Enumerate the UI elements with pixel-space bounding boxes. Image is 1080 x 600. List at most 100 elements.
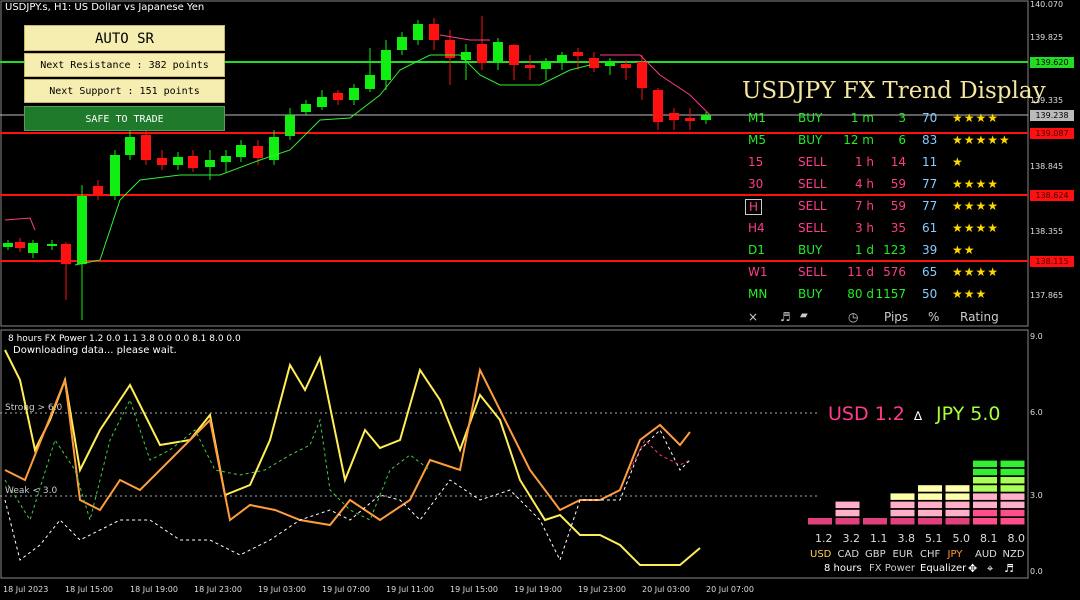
- eq-currency[interactable]: AUD: [975, 549, 997, 560]
- trend-dur: 1 h: [854, 155, 874, 169]
- next-support-label: Next Support : 151 points: [24, 79, 225, 103]
- eq-value: 8.1: [980, 532, 998, 545]
- trend-pct: 61: [922, 221, 938, 235]
- candle-body: [525, 65, 535, 68]
- strong-label: Strong > 6.0: [5, 403, 63, 413]
- trend-pips: 14: [890, 155, 906, 169]
- candle-body: [477, 44, 487, 63]
- safe-to-trade-button[interactable]: SAFE TO TRADE: [24, 106, 225, 131]
- current-price-tag: 139.238: [1030, 110, 1074, 121]
- eq-currency[interactable]: GBP: [865, 549, 886, 560]
- eq-currency[interactable]: USD: [810, 549, 831, 560]
- candle-body: [236, 145, 246, 157]
- trend-dur: 1 m: [850, 111, 874, 125]
- trend-tf[interactable]: 15: [748, 155, 763, 169]
- indicator-tick: 0.0: [1030, 567, 1043, 576]
- trend-tf[interactable]: M1: [748, 111, 766, 125]
- date-tick: 18 Jul 15:00: [65, 585, 113, 594]
- trend-dir: SELL: [798, 265, 827, 279]
- eq-currency[interactable]: JPY: [948, 549, 963, 560]
- trend-row: 30 SELL 4 h 59 77 ★★★★: [740, 177, 1030, 199]
- white-power-line: [4, 429, 691, 562]
- eq-currency[interactable]: EUR: [893, 549, 914, 560]
- candle-body: [573, 52, 583, 56]
- trend-tf[interactable]: D1: [748, 243, 765, 257]
- price-tick: 140.070: [1030, 0, 1064, 9]
- trend-dur: 80 d: [847, 287, 874, 301]
- trend-pct: 70: [922, 111, 938, 125]
- eq-bar-segment: [973, 509, 997, 517]
- date-tick: 19 Jul 19:00: [514, 585, 562, 594]
- candle-body: [381, 50, 391, 80]
- indicator-tick: 3.0: [1030, 491, 1043, 500]
- candle-body: [188, 156, 198, 168]
- crosshair-icon[interactable]: ⌖: [987, 562, 993, 576]
- eq-bar-segment: [835, 518, 860, 525]
- eq-currency[interactable]: CAD: [838, 549, 860, 560]
- trend-stars: ★★★★★: [952, 133, 1011, 147]
- eq-bar-segment: [1000, 460, 1025, 468]
- trend-row: M5 BUY 12 m 6 83 ★★★★★: [740, 133, 1030, 155]
- candle-body: [77, 196, 87, 264]
- eq-bar-segment: [835, 501, 860, 509]
- trend-pct: 83: [922, 133, 938, 147]
- candle-body: [28, 243, 38, 253]
- date-tick: 19 Jul 11:00: [386, 585, 434, 594]
- rating-header: Rating: [960, 310, 999, 324]
- trend-dur: 11 d: [847, 265, 874, 279]
- trend-row: H4 SELL 3 h 35 61 ★★★★: [740, 221, 1030, 243]
- trend-row: M1 BUY 1 m 3 70 ★★★★: [740, 111, 1030, 133]
- eq-hours[interactable]: 8 hours: [824, 563, 862, 574]
- trend-dir: BUY: [798, 111, 823, 125]
- trend-stars: ★★: [952, 243, 976, 257]
- eq-bar-segment: [945, 518, 970, 525]
- trend-tf[interactable]: 30: [748, 177, 763, 191]
- eq-value: 1.1: [870, 532, 888, 545]
- trend-pips: 6: [898, 133, 906, 147]
- close-icon[interactable]: ×: [748, 310, 758, 324]
- candle-body: [157, 158, 167, 165]
- candle-body: [365, 75, 375, 89]
- trend-tf[interactable]: MN: [748, 287, 767, 301]
- move-icon[interactable]: ✥: [968, 562, 977, 575]
- jpy-strength: JPY 5.0: [936, 403, 1001, 425]
- trend-pips: 59: [890, 177, 906, 191]
- candle-body: [637, 62, 647, 88]
- eq-bar-segment: [1000, 518, 1025, 525]
- music-icon[interactable]: ♬: [1004, 562, 1014, 575]
- trend-tf[interactable]: H: [745, 199, 763, 215]
- eq-bar-segment: [1000, 485, 1025, 492]
- trend-pips: 1157: [875, 287, 906, 301]
- auto-sr-button[interactable]: AUTO SR: [24, 25, 225, 51]
- eq-currency[interactable]: NZD: [1003, 549, 1025, 560]
- eraser-icon[interactable]: ▰: [800, 310, 808, 321]
- eq-bar-segment: [945, 509, 970, 517]
- candle-body: [669, 113, 679, 120]
- price-tick: 138.355: [1030, 227, 1064, 236]
- trend-tf[interactable]: W1: [748, 265, 768, 279]
- sound-icon[interactable]: ♬: [780, 310, 791, 324]
- orange-power-line: [4, 366, 691, 527]
- eq-equalizer[interactable]: Equalizer: [920, 563, 966, 574]
- candle-body: [110, 155, 120, 196]
- trend-stars: ★★★★: [952, 111, 1000, 125]
- eq-currency[interactable]: CHF: [920, 549, 940, 560]
- trend-tf[interactable]: M5: [748, 133, 766, 147]
- usd-strength: USD 1.2: [828, 403, 905, 425]
- eq-value: 3.8: [897, 532, 916, 545]
- trend-tf[interactable]: H4: [748, 221, 765, 235]
- candle-body: [461, 52, 471, 60]
- candle-body: [173, 157, 183, 165]
- trend-row: 15 SELL 1 h 14 11 ★: [740, 155, 1030, 177]
- indicator-tick: 9.0: [1030, 332, 1043, 341]
- candle-body: [285, 115, 295, 136]
- red-trend-line-1: [4, 217, 36, 231]
- percent-header: %: [928, 310, 940, 324]
- trend-pct: 11: [922, 155, 938, 169]
- eq-bar-segment: [973, 485, 997, 492]
- candle-body: [205, 160, 215, 167]
- eq-bar-segment: [973, 468, 997, 476]
- eq-bar-segment: [808, 518, 832, 525]
- eq-bar-segment: [918, 485, 942, 492]
- trend-dir: SELL: [798, 155, 827, 169]
